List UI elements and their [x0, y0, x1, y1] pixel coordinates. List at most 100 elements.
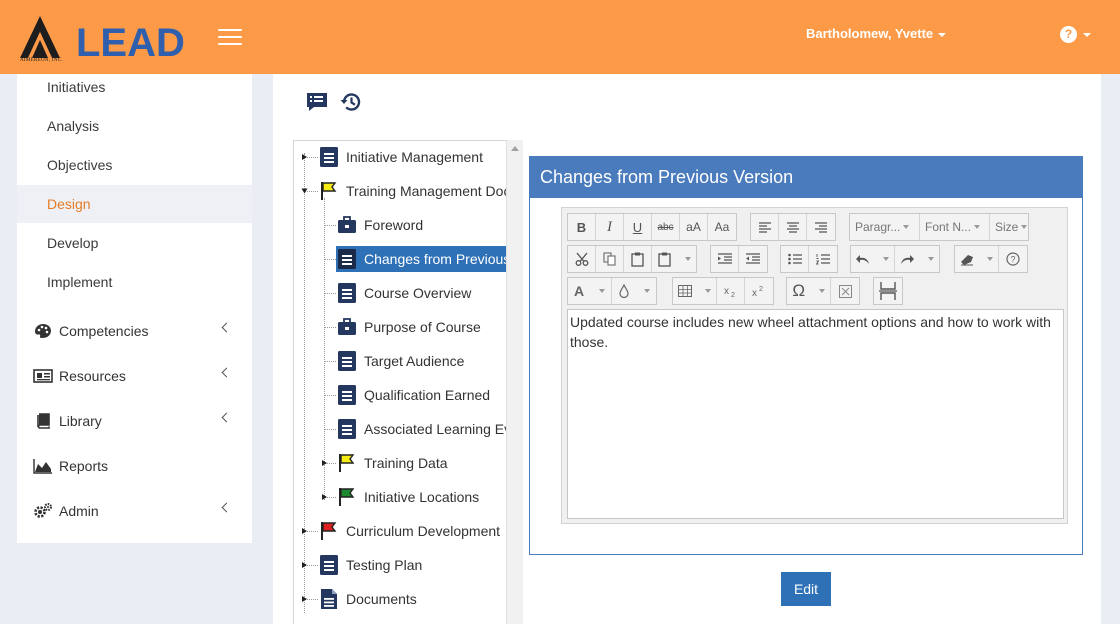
user-name: Bartholomew, Yvette [806, 26, 934, 41]
expand-arrow-icon[interactable] [302, 154, 307, 160]
numbered-list-button[interactable] [809, 246, 837, 272]
copy-button[interactable] [596, 246, 624, 272]
newspaper-icon [33, 367, 53, 385]
svg-text:?: ? [1010, 255, 1015, 265]
tree-node[interactable]: Associated Learning Events [336, 416, 523, 442]
toolbar-tools: ? [954, 245, 1028, 273]
tree-node[interactable]: Initiative Management [318, 144, 491, 170]
svg-text:2: 2 [759, 286, 763, 293]
tree-connector [324, 198, 325, 500]
tree-node-label: Documents [346, 591, 417, 607]
paste-special-button[interactable] [652, 246, 696, 272]
superscript-button[interactable]: x2 [745, 278, 773, 304]
bullet-list-button[interactable] [781, 246, 809, 272]
outdent-button[interactable] [739, 246, 767, 272]
toolbar-text-style: B I U abc aA Aa [567, 213, 737, 241]
comment-list-icon[interactable] [306, 91, 328, 113]
tree-node[interactable]: Curriculum Development [318, 518, 508, 544]
font-color-button[interactable]: A [568, 278, 612, 304]
document-list-icon [338, 385, 356, 405]
align-left-button[interactable] [751, 214, 779, 240]
chevron-left-icon [221, 412, 232, 423]
paste-button[interactable] [624, 246, 652, 272]
cut-button[interactable] [568, 246, 596, 272]
toolbar-lists [780, 245, 838, 273]
sidebar: Initiatives Analysis Objectives Design D… [17, 74, 252, 543]
tree-node[interactable]: Documents [318, 586, 425, 612]
sidebar-item-initiatives[interactable]: Initiatives [17, 74, 252, 112]
tree-node[interactable]: Course Overview [336, 280, 479, 306]
redo-button[interactable] [895, 246, 939, 272]
sidebar-item-resources[interactable]: Resources [17, 356, 252, 396]
expand-arrow-icon[interactable] [322, 460, 327, 466]
svg-text:x: x [724, 286, 729, 297]
tree-connector [324, 293, 336, 294]
align-center-button[interactable] [779, 214, 807, 240]
sidebar-item-competencies[interactable]: Competencies [17, 311, 252, 351]
document-list-icon [338, 419, 356, 439]
expand-arrow-icon[interactable] [302, 528, 307, 534]
tree-node-label: Associated Learning Events [364, 421, 523, 437]
maximize-button[interactable] [831, 278, 859, 304]
font-size-select[interactable]: Size [990, 214, 1028, 240]
align-right-button[interactable] [807, 214, 835, 240]
tree-scrollbar[interactable] [506, 140, 523, 624]
tree-node[interactable]: Training Management Document [318, 178, 522, 204]
table-button[interactable] [673, 278, 717, 304]
expand-arrow-icon[interactable] [302, 562, 307, 568]
tree-connector [324, 361, 336, 362]
tree-node[interactable]: Foreword [336, 212, 431, 238]
document-list-icon [320, 555, 338, 575]
editor-content[interactable]: Updated course includes new wheel attach… [567, 309, 1064, 519]
tree-node[interactable]: Training Data [336, 450, 456, 476]
help-button[interactable]: ? [999, 246, 1027, 272]
underline-button[interactable]: U [624, 214, 652, 240]
tree-node[interactable]: Target Audience [336, 348, 472, 374]
tree-node[interactable]: Testing Plan [318, 552, 430, 578]
sidebar-item-library[interactable]: Library [17, 401, 252, 441]
green-flag-icon [338, 487, 356, 507]
tree-node-label: Training Data [364, 455, 448, 471]
font-name-select[interactable]: Font N... [920, 214, 990, 240]
collapse-arrow-icon[interactable] [301, 188, 308, 194]
menu-toggle-button[interactable] [218, 29, 242, 47]
bold-button[interactable]: B [568, 214, 596, 240]
sidebar-item-develop[interactable]: Develop [17, 230, 252, 268]
tree-node-label: Initiative Locations [364, 489, 480, 505]
area-chart-icon [33, 457, 53, 475]
tree-node-label: Initiative Management [346, 149, 483, 165]
sidebar-item-analysis[interactable]: Analysis [17, 113, 252, 151]
edit-button[interactable]: Edit [781, 572, 831, 606]
highlight-color-button[interactable] [612, 278, 656, 304]
chevron-left-icon [221, 367, 232, 378]
tree-node[interactable]: Qualification Earned [336, 382, 498, 408]
tree-node[interactable]: Initiative Locations [336, 484, 487, 510]
tree-node[interactable]: Purpose of Course [336, 314, 489, 340]
paragraph-format-select[interactable]: Paragr... [850, 214, 920, 240]
toolbar-colors: A [567, 277, 657, 305]
briefcase-icon [338, 317, 356, 337]
sidebar-item-design[interactable]: Design [17, 185, 252, 223]
expand-arrow-icon[interactable] [322, 494, 327, 500]
history-icon[interactable] [340, 91, 362, 113]
tree-node[interactable]: Changes from Previous Version [336, 246, 522, 272]
remove-format-button[interactable] [955, 246, 999, 272]
sidebar-item-implement[interactable]: Implement [17, 269, 252, 307]
chevron-left-icon [221, 322, 232, 333]
strikethrough-button[interactable]: abc [652, 214, 680, 240]
subscript-button[interactable]: x2 [717, 278, 745, 304]
uppercase-button[interactable]: Aa [708, 214, 736, 240]
indent-button[interactable] [711, 246, 739, 272]
user-menu[interactable]: Bartholomew, Yvette [806, 26, 947, 41]
special-character-button[interactable]: Ω [787, 278, 831, 304]
expand-arrow-icon[interactable] [302, 596, 307, 602]
help-menu[interactable]: ? [1060, 26, 1091, 44]
italic-button[interactable]: I [596, 214, 624, 240]
scroll-up-arrow-icon[interactable] [511, 146, 519, 151]
sidebar-item-reports[interactable]: Reports [17, 446, 252, 486]
sidebar-item-admin[interactable]: Admin [17, 491, 252, 531]
page-break-button[interactable] [874, 278, 902, 304]
undo-button[interactable] [851, 246, 895, 272]
tree-node-label: Testing Plan [346, 557, 423, 573]
lowercase-button[interactable]: aA [680, 214, 708, 240]
